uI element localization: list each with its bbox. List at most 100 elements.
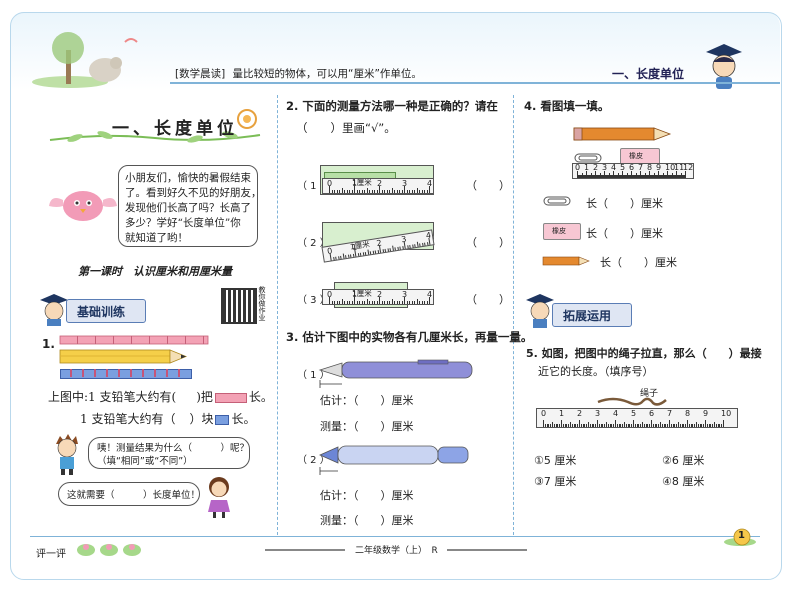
q2-scale-3-tick [336, 301, 338, 304]
q2-scale-1-tick [364, 190, 365, 193]
q4-ruler-number: 3 [602, 163, 608, 172]
rating-flowers-icon [77, 544, 141, 556]
q3-item-1-estimate[interactable]: 估计：（ ）厘米 [320, 392, 414, 408]
q4-ruler-number: 0 [575, 163, 581, 172]
q4-length-1[interactable]: 长（ ）厘米 [586, 195, 663, 211]
q4-length-3[interactable]: 长（ ）厘米 [600, 254, 677, 270]
q2-scale-3-tick [401, 301, 403, 304]
q2-scale-2-tick [337, 256, 340, 260]
q2-scale-3-tick [341, 299, 343, 304]
q2-scale-2-tick [409, 244, 411, 249]
rating-label: 评一评 [36, 549, 66, 560]
q5-line1: 5. 如图，把图中的绳子拉直，那么（ ）最接 [526, 347, 762, 360]
footer-rule-right [447, 549, 527, 551]
q2-scale-2-tick [382, 249, 384, 253]
q2-scale-3-tick [386, 301, 388, 304]
q2-scale-2-tick [332, 257, 335, 261]
q2-scale-1-tick [344, 190, 345, 193]
column-divider-2 [513, 95, 514, 535]
q2-scale-2-number: 4 [425, 230, 432, 241]
q2-scale-1-tick [336, 190, 338, 193]
q2-scale-2-tick [369, 251, 372, 255]
q2-scale-3-tick [399, 301, 400, 304]
q2-scale-1-tick [424, 190, 425, 193]
q2-scale-1-tick [381, 190, 383, 193]
reading-text: 量比较短的物体，可以用“厘米”作单位。 [232, 68, 422, 80]
boy-bubble-line-1: 咦！测量结果为什么（ ）呢？ [97, 443, 250, 454]
q2-scale-2-number: 3 [400, 234, 408, 245]
q1-number: 1. [42, 337, 55, 351]
q2-answer-3[interactable]: （ ） [466, 291, 510, 307]
q5-choice-2[interactable]: ②6 厘米 [662, 452, 704, 468]
q3-item-1-measure[interactable]: 测量：（ ）厘米 [320, 418, 414, 434]
q5-ruler-number: 6 [649, 409, 655, 418]
q4-ruler-number: 9 [656, 163, 662, 172]
bubble-line-1: 小朋友们，愉快的暑假结束 [125, 172, 251, 184]
boy-speech-bubble: 咦！测量结果为什么（ ）呢？ （填“相同”或“不同”） [88, 437, 250, 469]
q2-scale-1-tick [334, 190, 335, 193]
q5-choice-1[interactable]: ①5 厘米 [534, 452, 576, 468]
q2-scale-3-tick [351, 301, 353, 304]
q2-scale-2-tick [359, 252, 362, 256]
q2-scale-1-number: 2 [377, 179, 383, 188]
q4-ruler-number: 5 [620, 163, 626, 172]
q2-answer-1[interactable]: （ ） [466, 177, 510, 193]
q2-scale-3-tick [419, 301, 420, 304]
q2-scale-3-tick [346, 301, 348, 304]
q2-ruler-3-unit: 1厘米 [352, 289, 372, 298]
q4-pencil-image [573, 127, 672, 141]
q2-scale-2-tick [372, 250, 374, 254]
q2-answer-2[interactable]: （ ） [466, 234, 510, 250]
q4-ruler-number: 2 [593, 163, 599, 172]
q5-choice-3[interactable]: ③7 厘米 [534, 473, 576, 489]
q2-scale-2-tick [384, 248, 387, 252]
q2-scale-1-tick [374, 190, 375, 193]
q2-scale-1: 01234 [322, 178, 434, 194]
q5-ruler-number: 1 [559, 409, 565, 418]
pen-1-image [318, 359, 473, 388]
q2-scale-2-tick [349, 254, 352, 258]
boy-icon [56, 434, 78, 475]
q2-scale-1-tick [386, 190, 388, 193]
q3-item-2-measure[interactable]: 测量：（ ）厘米 [320, 512, 414, 528]
footer-book: 二年级数学（上） R [355, 546, 438, 556]
girl-bubble-text: 这就需要（ ）长度单位！ [67, 490, 201, 501]
q2-scale-2-tick [406, 245, 409, 249]
q2-ruler-1-unit: 1厘米 [352, 178, 372, 187]
bubble-line-3: 发现他们长高了吗？长高了 [125, 202, 251, 214]
q3-item-2-estimate[interactable]: 估计：（ ）厘米 [320, 487, 414, 503]
q5-ruler-number: 0 [541, 409, 547, 418]
expand-label: 拓展运用 [563, 309, 612, 323]
q2-scale-3-tick [414, 301, 415, 304]
basic-training-label: 基础训练 [77, 305, 126, 319]
q2-scale-3-tick [359, 301, 360, 304]
qr-code[interactable] [221, 288, 257, 324]
q2-scale-1-tick [401, 190, 403, 193]
blue-strip-segments [60, 369, 190, 377]
q1-line2-b: ）块 [189, 412, 214, 426]
q5-choice-4[interactable]: ④8 厘米 [662, 473, 704, 489]
q1-line1: 上图中:1 支铅笔大约有()把 长。 [48, 388, 273, 405]
q2-scale-1-tick [399, 190, 400, 193]
comb-icon [214, 392, 247, 403]
q2-scale-2-tick [419, 243, 421, 247]
small-pencil-icon [542, 256, 590, 266]
q2-scale-3-tick [374, 301, 375, 304]
q2-scale-2-tick [340, 255, 342, 260]
q2-scale-1-tick [376, 190, 378, 193]
q5-ruler-number: 3 [595, 409, 601, 418]
bubble-line-2: 了。看到好久不见的好朋友， [125, 187, 262, 199]
qr-label: 教你做作业 [258, 286, 266, 321]
footer-rule-left [265, 549, 345, 551]
q2-scale-1-tick [414, 190, 415, 193]
q2-scale-2-tick [342, 253, 345, 259]
q4-length-2[interactable]: 长（ ）厘米 [586, 225, 663, 241]
q2-scale-2-tick [416, 241, 419, 247]
q2-line1: 2. 下面的测量方法哪一种是正确的？请在 [286, 99, 498, 113]
q3-text: 3. 估计下图中的实物各有几厘米长，再量一量。 [286, 330, 533, 344]
q2-scale-3-tick [371, 301, 373, 304]
q2-scale-2-tick [387, 248, 389, 252]
q2-scale-2-tick [401, 246, 404, 250]
q4-ruler: 0 1 2 3 4 5 6 7 8 9 10 11 12 [572, 163, 694, 179]
q2-scale-3-tick [409, 301, 410, 304]
